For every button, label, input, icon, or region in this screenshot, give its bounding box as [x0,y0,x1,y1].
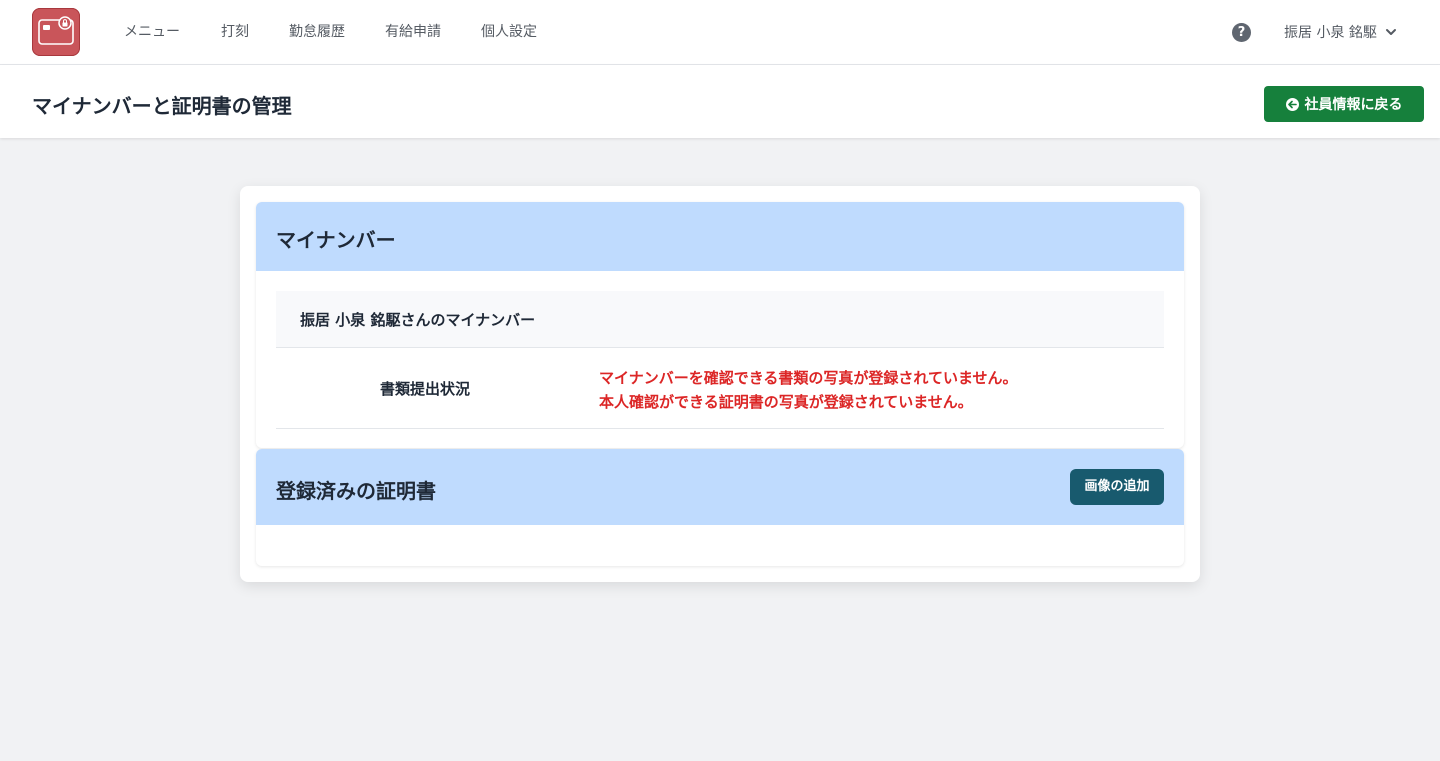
app-logo[interactable] [32,8,80,56]
back-to-employee-info-button[interactable]: 社員情報に戻る [1264,86,1424,122]
page-title: マイナンバーと証明書の管理 [32,94,292,118]
nav-item-paid-leave[interactable]: 有給申請 [385,22,441,42]
main-card: マイナンバー 振居 小泉 銘駆さんのマイナンバー 書類提出状況 マイナンバーを確… [240,186,1200,582]
certificates-panel: 登録済みの証明書 画像の追加 [256,449,1184,566]
mynumber-owner-heading: 振居 小泉 銘駆さんのマイナンバー [276,291,1164,348]
document-status-row: 書類提出状況 マイナンバーを確認できる書類の写真が登録されていません。 本人確認… [276,348,1164,429]
certificates-panel-title: 登録済みの証明書 [276,479,436,503]
chevron-down-icon [1385,29,1396,35]
certificates-panel-header: 登録済みの証明書 画像の追加 [256,449,1184,525]
status-message-mynumber-missing: マイナンバーを確認できる書類の写真が登録されていません。 [599,369,1018,387]
nav-item-clock-in[interactable]: 打刻 [221,22,249,42]
mynumber-panel: マイナンバー 振居 小泉 銘駆さんのマイナンバー 書類提出状況 マイナンバーを確… [256,202,1184,448]
mynumber-panel-header: マイナンバー [256,202,1184,271]
user-name: 振居 小泉 銘駆 [1284,25,1377,41]
nav-item-menu[interactable]: メニュー [124,22,180,42]
nav-item-attendance-history[interactable]: 勤怠履歴 [289,22,345,42]
add-image-button[interactable]: 画像の追加 [1070,469,1164,505]
mynumber-panel-title: マイナンバー [276,228,396,252]
nav-item-personal-settings[interactable]: 個人設定 [481,22,537,42]
top-navbar: メニュー 打刻 勤怠履歴 有給申請 個人設定 ? 振居 小泉 銘駆 [0,0,1440,65]
user-menu[interactable]: 振居 小泉 銘駆 [1284,22,1397,42]
back-button-label: 社員情報に戻る [1304,97,1403,113]
page-header: マイナンバーと証明書の管理 社員情報に戻る [0,65,1440,138]
arrow-left-circle-icon [1285,97,1299,111]
help-icon[interactable]: ? [1232,23,1251,42]
mynumber-owner-text: 振居 小泉 銘駆さんのマイナンバー [300,311,536,329]
document-status-label: 書類提出状況 [379,380,470,398]
status-message-id-missing: 本人確認ができる証明書の写真が登録されていません。 [599,393,973,411]
id-card-lock-icon [38,16,74,45]
